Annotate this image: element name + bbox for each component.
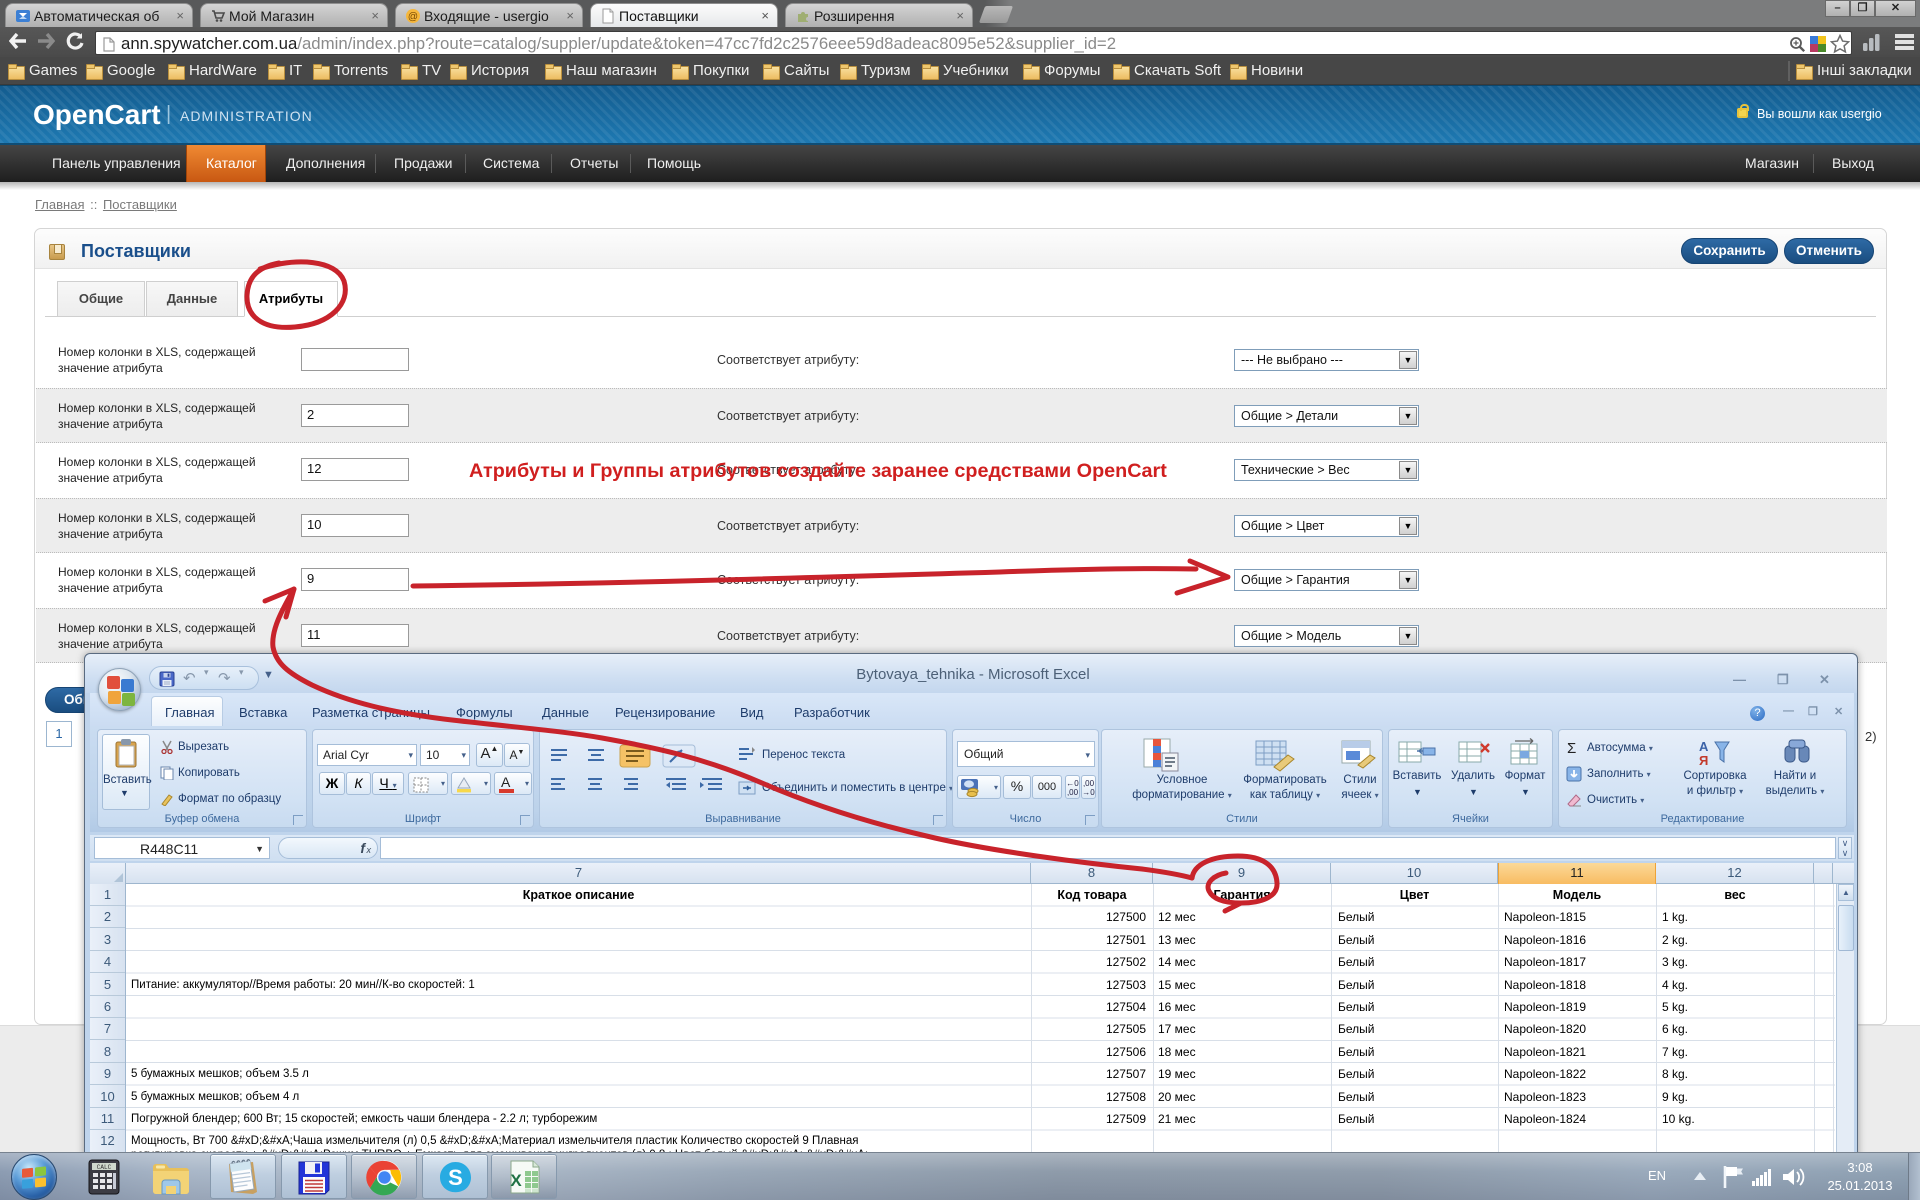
svg-text:@: @	[408, 12, 418, 23]
svg-text:А: А	[1699, 739, 1709, 754]
svg-text:S: S	[448, 1165, 463, 1190]
svg-text:CALC: CALC	[97, 1164, 112, 1171]
svg-text:X: X	[510, 1171, 522, 1190]
svg-text:Я: Я	[1699, 753, 1708, 768]
